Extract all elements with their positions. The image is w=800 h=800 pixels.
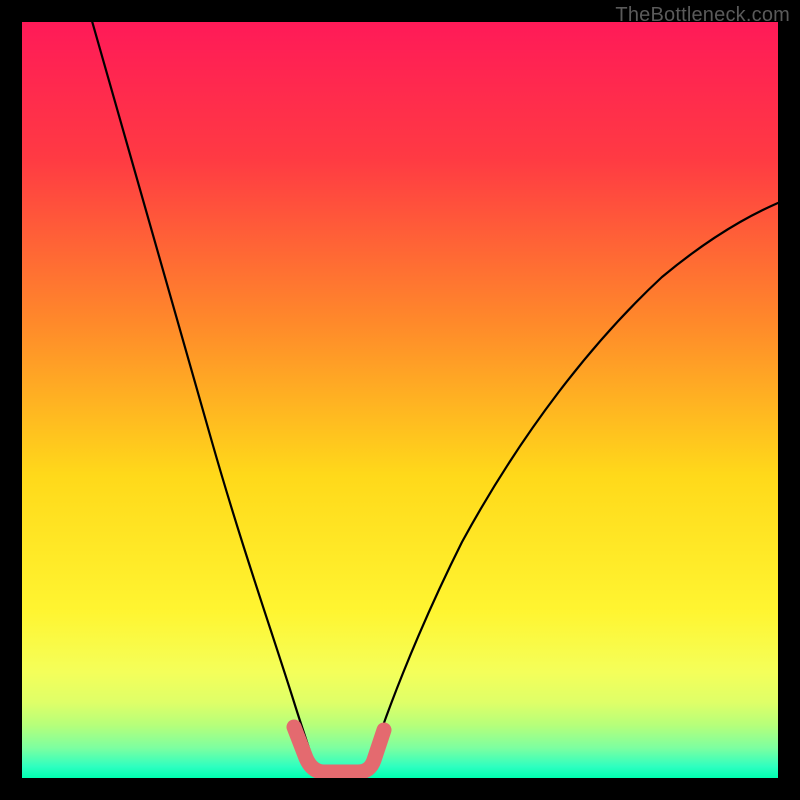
left-curve [90,22,318,778]
chart-frame [22,22,778,778]
chart-curves [22,22,778,778]
right-curve [366,197,778,778]
highlight-segment [294,727,384,772]
